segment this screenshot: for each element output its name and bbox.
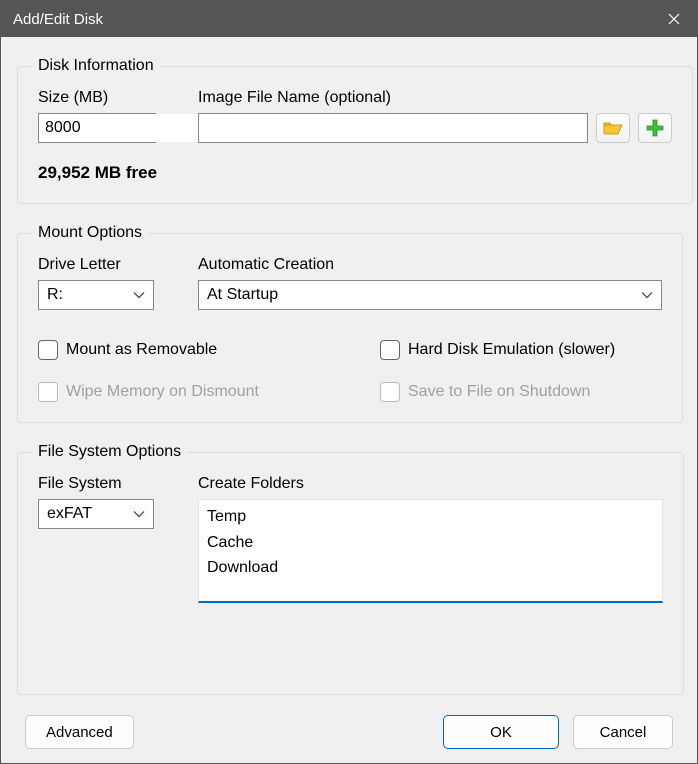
image-file-label: Image File Name (optional) xyxy=(198,89,672,107)
automatic-creation-label: Automatic Creation xyxy=(198,256,662,274)
advanced-button[interactable]: Advanced xyxy=(25,715,134,749)
size-label: Size (MB) xyxy=(38,89,178,107)
drive-letter-select[interactable]: R: xyxy=(38,280,154,310)
titlebar: Add/Edit Disk xyxy=(1,1,697,37)
hard-disk-emulation-label: Hard Disk Emulation (slower) xyxy=(408,341,615,359)
file-system-select[interactable]: exFAT xyxy=(38,499,154,529)
cancel-button[interactable]: Cancel xyxy=(573,715,673,749)
save-to-file-label: Save to File on Shutdown xyxy=(408,383,590,401)
file-system-label: File System xyxy=(38,475,178,493)
file-system-options-group: File System Options File System exFAT Cr… xyxy=(17,443,684,695)
folder-open-icon xyxy=(603,120,623,136)
mount-as-removable-label: Mount as Removable xyxy=(66,341,217,359)
checkbox-box xyxy=(38,382,58,402)
drive-letter-label: Drive Letter xyxy=(38,256,178,274)
checkbox-box xyxy=(380,340,400,360)
add-button[interactable] xyxy=(638,113,672,143)
chevron-down-icon xyxy=(133,511,145,518)
image-file-input[interactable] xyxy=(198,113,588,143)
checkbox-box xyxy=(38,340,58,360)
disk-information-group: Disk Information Size (MB) xyxy=(17,57,693,204)
automatic-creation-select[interactable]: At Startup xyxy=(198,280,662,310)
wipe-memory-checkbox: Wipe Memory on Dismount xyxy=(38,382,340,402)
wipe-memory-label: Wipe Memory on Dismount xyxy=(66,383,259,401)
free-space-text: 29,952 MB free xyxy=(38,163,672,183)
mount-options-legend: Mount Options xyxy=(32,224,148,242)
dialog-content: Disk Information Size (MB) xyxy=(1,37,697,763)
plus-icon xyxy=(646,119,664,137)
window-title: Add/Edit Disk xyxy=(13,11,651,28)
mount-options-group: Mount Options Drive Letter R: Automatic … xyxy=(17,224,683,423)
file-system-options-legend: File System Options xyxy=(32,443,187,461)
disk-information-legend: Disk Information xyxy=(32,57,160,75)
automatic-creation-value: At Startup xyxy=(207,286,278,304)
size-spinner[interactable] xyxy=(38,113,156,143)
chevron-down-icon xyxy=(133,292,145,299)
file-system-value: exFAT xyxy=(47,505,92,523)
button-row: Advanced OK Cancel xyxy=(17,709,681,751)
dialog-window: Add/Edit Disk Disk Information Size (MB) xyxy=(0,0,698,764)
close-button[interactable] xyxy=(651,1,697,37)
create-folders-label: Create Folders xyxy=(198,475,663,493)
close-icon xyxy=(668,13,680,25)
chevron-down-icon xyxy=(641,292,653,299)
ok-button[interactable]: OK xyxy=(443,715,559,749)
browse-button[interactable] xyxy=(596,113,630,143)
mount-as-removable-checkbox[interactable]: Mount as Removable xyxy=(38,340,340,360)
hard-disk-emulation-checkbox[interactable]: Hard Disk Emulation (slower) xyxy=(380,340,615,360)
save-to-file-checkbox: Save to File on Shutdown xyxy=(380,382,590,402)
create-folders-textarea[interactable] xyxy=(198,499,663,603)
drive-letter-value: R: xyxy=(47,286,63,304)
checkbox-box xyxy=(380,382,400,402)
